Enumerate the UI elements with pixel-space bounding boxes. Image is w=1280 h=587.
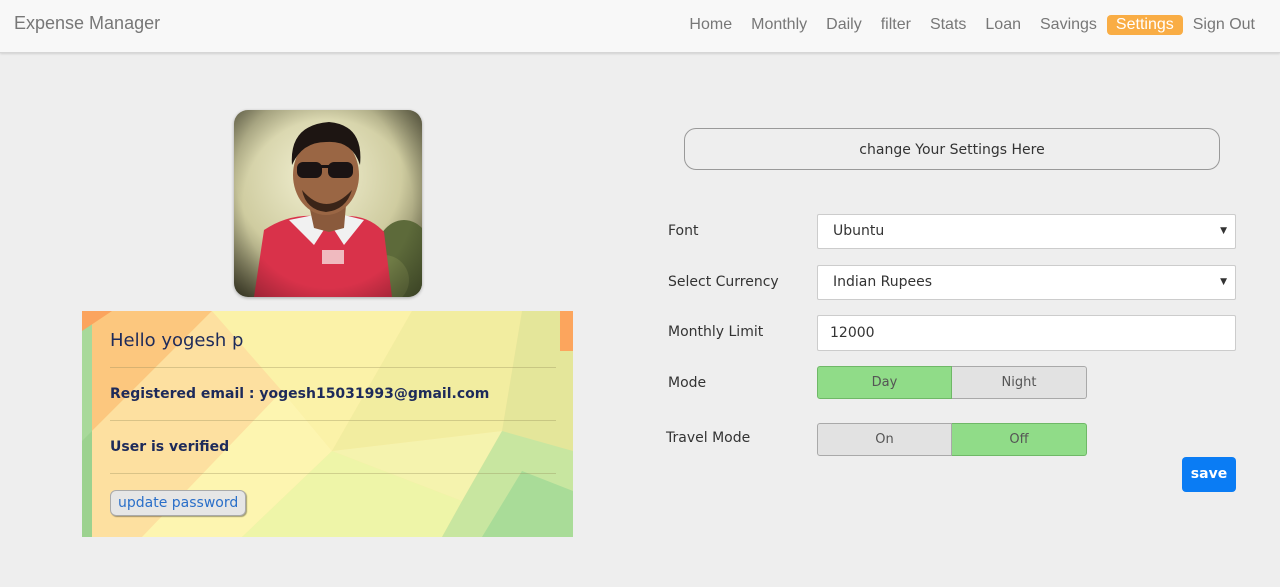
currency-select[interactable]: Indian Rupees ▼ [817,265,1236,300]
registered-email: Registered email : yogesh15031993@gmail.… [110,368,556,421]
settings-header: change Your Settings Here [684,128,1220,170]
profile-avatar [234,110,422,297]
navbar: Expense Manager Home Monthly Daily filte… [0,0,1280,53]
mode-toggle: Day Night [817,366,1087,399]
nav-settings[interactable]: Settings [1106,15,1183,35]
update-password-wrap: update password [110,474,556,516]
currency-label: Select Currency [668,274,779,290]
avatar-image [234,110,422,297]
font-select[interactable]: Ubuntu ▼ [817,214,1236,249]
nav-home[interactable]: Home [680,15,741,35]
greeting: Hello yogesh p [110,311,556,368]
nav-menu: Home Monthly Daily filter Stats Loan Sav… [679,15,1264,35]
monthly-limit-input[interactable] [817,315,1236,351]
font-select-value: Ubuntu [833,223,885,239]
card-content: Hello yogesh p Registered email : yogesh… [110,311,556,516]
caret-down-icon: ▼ [1220,277,1227,287]
nav-filter[interactable]: filter [872,15,920,35]
travel-off-option[interactable]: Off [952,423,1087,456]
monthly-limit-label: Monthly Limit [668,324,764,340]
nav-loan[interactable]: Loan [976,15,1030,35]
nav-daily[interactable]: Daily [817,15,871,35]
caret-down-icon: ▼ [1220,226,1227,236]
update-password-button[interactable]: update password [110,490,247,516]
currency-select-value: Indian Rupees [833,274,933,290]
travel-mode-toggle: On Off [817,423,1087,456]
nav-sign-out[interactable]: Sign Out [1184,15,1264,35]
travel-on-option[interactable]: On [817,423,952,456]
profile-card: Hello yogesh p Registered email : yogesh… [82,311,573,537]
verification-status: User is verified [110,421,556,474]
save-button[interactable]: save [1182,457,1236,492]
font-label: Font [668,223,699,239]
nav-stats[interactable]: Stats [921,15,975,35]
mode-night-option[interactable]: Night [952,366,1087,399]
mode-day-option[interactable]: Day [817,366,952,399]
nav-monthly[interactable]: Monthly [742,15,816,35]
mode-label: Mode [668,375,707,391]
nav-savings[interactable]: Savings [1031,15,1106,35]
travel-mode-label: Travel Mode [666,430,751,446]
brand-title[interactable]: Expense Manager [14,13,160,34]
